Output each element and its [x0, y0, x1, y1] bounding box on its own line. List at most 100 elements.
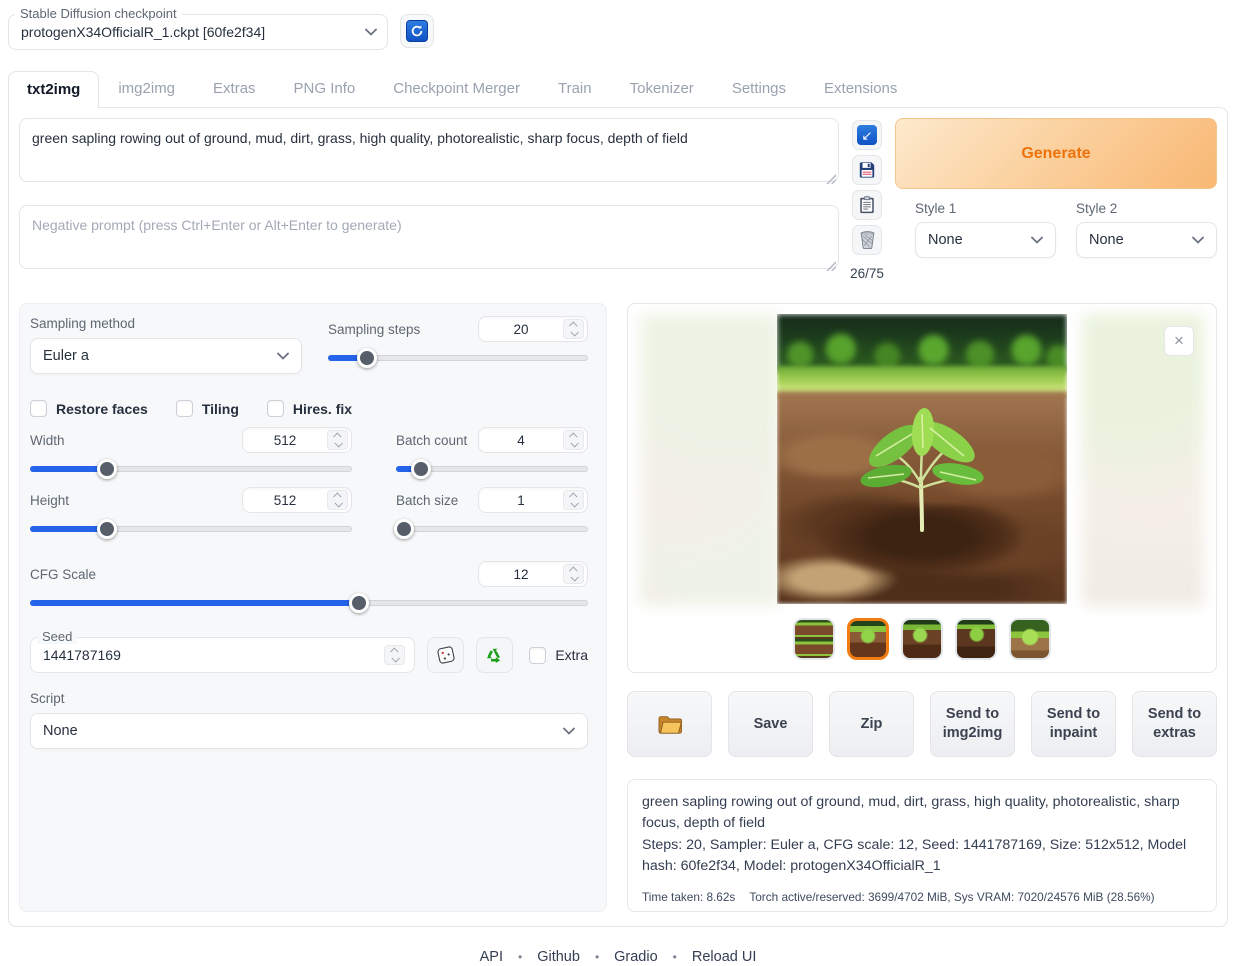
- sampling-method-label: Sampling method: [30, 316, 302, 331]
- height-slider[interactable]: [30, 519, 352, 539]
- batch-size-input[interactable]: 1: [478, 487, 588, 513]
- info-params-text: Steps: 20, Sampler: Euler a, CFG scale: …: [642, 835, 1202, 878]
- refresh-checkpoints-button[interactable]: [400, 14, 434, 48]
- trash-icon: [859, 231, 876, 249]
- close-icon: ×: [1174, 331, 1184, 351]
- checkpoint-bar: Stable Diffusion checkpoint protogenX34O…: [0, 0, 1236, 54]
- sampling-method-select[interactable]: Euler a: [30, 338, 302, 374]
- thumbnail-grid[interactable]: [793, 618, 835, 660]
- send-to-inpaint-button[interactable]: Send to inpaint: [1031, 691, 1116, 757]
- main-tabs: txt2img img2img Extras PNG Info Checkpoi…: [0, 54, 1236, 107]
- restore-faces-checkbox[interactable]: Restore faces: [30, 400, 148, 417]
- thumbnail[interactable]: [901, 618, 943, 660]
- cfg-scale-label: CFG Scale: [30, 567, 96, 582]
- batch-size-label: Batch size: [396, 493, 458, 508]
- folder-icon: [657, 713, 683, 735]
- width-input[interactable]: 512: [242, 427, 352, 453]
- sampling-steps-input[interactable]: 20: [478, 316, 588, 342]
- hires-fix-checkbox[interactable]: Hires. fix: [267, 400, 352, 417]
- script-select[interactable]: None: [30, 713, 588, 749]
- prompt-input[interactable]: green sapling rowing out of ground, mud,…: [19, 118, 839, 182]
- stepper-icon[interactable]: [384, 645, 405, 665]
- arrow-down-left-icon: ↙: [857, 125, 877, 145]
- github-link[interactable]: Github: [537, 949, 580, 965]
- api-link[interactable]: API: [480, 949, 503, 965]
- stepper-icon[interactable]: [563, 490, 584, 510]
- reload-ui-link[interactable]: Reload UI: [692, 949, 756, 965]
- clear-prompt-button[interactable]: [852, 225, 882, 255]
- sampling-steps-slider[interactable]: [328, 348, 588, 368]
- thumbnail[interactable]: [1009, 618, 1051, 660]
- negative-prompt-input[interactable]: [19, 205, 839, 269]
- batch-count-slider[interactable]: [396, 459, 588, 479]
- tab-train[interactable]: Train: [539, 70, 611, 107]
- generated-image[interactable]: [777, 314, 1067, 604]
- save-style-button[interactable]: [852, 155, 882, 185]
- dice-icon: [436, 645, 456, 665]
- paste-params-button[interactable]: ↙: [852, 120, 882, 150]
- image-actions: Save Zip Send to img2img Send to inpaint…: [627, 691, 1217, 757]
- floppy-disk-icon: [858, 161, 876, 179]
- checkpoint-label: Stable Diffusion checkpoint: [15, 6, 182, 21]
- tab-checkpoint-merger[interactable]: Checkpoint Merger: [374, 70, 539, 107]
- cfg-scale-slider[interactable]: [30, 593, 588, 613]
- image-gallery: ×: [627, 303, 1217, 673]
- tab-extras[interactable]: Extras: [194, 70, 275, 107]
- tab-extensions[interactable]: Extensions: [805, 70, 916, 107]
- sapling-illustration: [842, 404, 1002, 534]
- chevron-down-icon: [1192, 236, 1204, 244]
- tab-settings[interactable]: Settings: [713, 70, 805, 107]
- tiling-checkbox[interactable]: Tiling: [176, 400, 239, 417]
- tab-png-info[interactable]: PNG Info: [275, 70, 375, 107]
- stepper-icon[interactable]: [327, 490, 348, 510]
- thumbnail-selected[interactable]: [847, 618, 889, 660]
- chevron-down-icon: [563, 727, 575, 735]
- open-folder-button[interactable]: [627, 691, 712, 757]
- stepper-icon[interactable]: [563, 430, 584, 450]
- style1-value: None: [928, 232, 963, 248]
- chevron-down-icon: [365, 28, 377, 36]
- style1-select[interactable]: None: [915, 222, 1056, 258]
- save-button[interactable]: Save: [728, 691, 813, 757]
- tab-txt2img[interactable]: txt2img: [8, 71, 99, 108]
- clipboard-icon: [858, 196, 876, 214]
- info-prompt-text: green sapling rowing out of ground, mud,…: [642, 792, 1202, 835]
- stepper-icon[interactable]: [327, 430, 348, 450]
- width-slider[interactable]: [30, 459, 352, 479]
- close-gallery-button[interactable]: ×: [1164, 326, 1194, 356]
- generation-info: green sapling rowing out of ground, mud,…: [627, 779, 1217, 912]
- app-root: Stable Diffusion checkpoint protogenX34O…: [0, 0, 1236, 966]
- gradio-link[interactable]: Gradio: [614, 949, 658, 965]
- send-to-img2img-button[interactable]: Send to img2img: [930, 691, 1015, 757]
- generate-button[interactable]: Generate: [895, 118, 1217, 189]
- zip-button[interactable]: Zip: [829, 691, 914, 757]
- height-label: Height: [30, 493, 69, 508]
- extra-seed-checkbox[interactable]: Extra: [529, 647, 588, 664]
- random-seed-button[interactable]: [427, 637, 464, 673]
- recycle-icon: [485, 645, 505, 665]
- tab-img2img[interactable]: img2img: [99, 70, 194, 107]
- checkpoint-select[interactable]: Stable Diffusion checkpoint protogenX34O…: [8, 14, 388, 50]
- send-to-extras-button[interactable]: Send to extras: [1132, 691, 1217, 757]
- height-input[interactable]: 512: [242, 487, 352, 513]
- info-time-row: Time taken: 8.62sTorch active/reserved: …: [642, 885, 1202, 911]
- chevron-down-icon: [277, 352, 289, 360]
- batch-size-slider[interactable]: [396, 519, 588, 539]
- cfg-scale-input[interactable]: 12: [478, 561, 588, 587]
- batch-count-input[interactable]: 4: [478, 427, 588, 453]
- txt2img-panel: green sapling rowing out of ground, mud,…: [8, 107, 1228, 927]
- style1-label: Style 1: [915, 201, 1056, 216]
- width-label: Width: [30, 433, 65, 448]
- style2-label: Style 2: [1076, 201, 1217, 216]
- reuse-seed-button[interactable]: [476, 637, 513, 673]
- stepper-icon[interactable]: [563, 564, 584, 584]
- style2-select[interactable]: None: [1076, 222, 1217, 258]
- stepper-icon[interactable]: [563, 319, 584, 339]
- style2-value: None: [1089, 232, 1124, 248]
- generation-settings-panel: Sampling method Euler a Sampling steps 2…: [19, 303, 607, 912]
- tab-tokenizer[interactable]: Tokenizer: [611, 70, 713, 107]
- thumbnail[interactable]: [955, 618, 997, 660]
- seed-input[interactable]: Seed 1441787169: [30, 637, 415, 673]
- seed-label: Seed: [37, 629, 77, 644]
- apply-style-button[interactable]: [852, 190, 882, 220]
